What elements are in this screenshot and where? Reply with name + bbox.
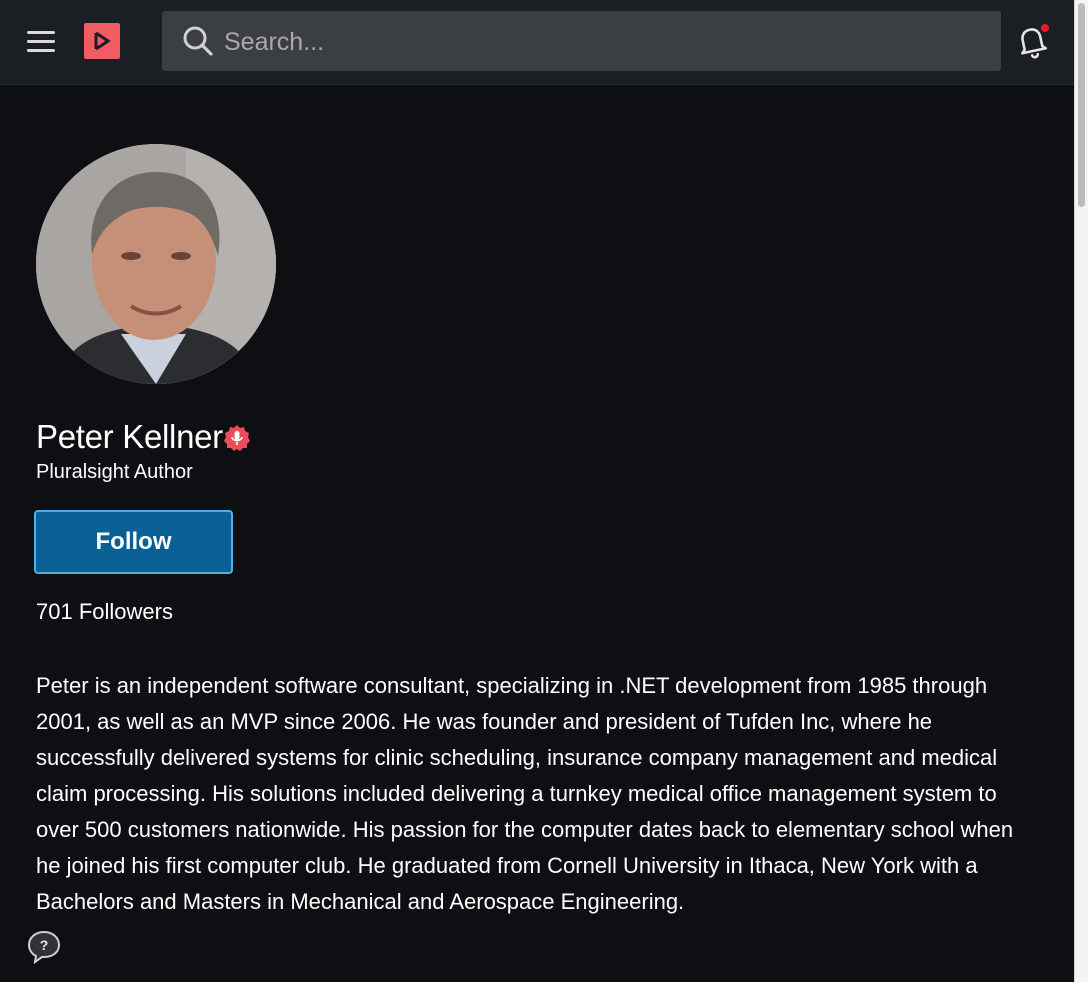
hamburger-menu-icon[interactable]	[24, 26, 58, 56]
author-badge-icon	[224, 425, 250, 451]
search-input[interactable]	[222, 11, 986, 73]
svg-text:?: ?	[40, 937, 49, 953]
search-bar[interactable]	[162, 11, 1001, 73]
scrollbar-thumb[interactable]	[1078, 3, 1085, 207]
author-bio: Peter is an independent software consult…	[36, 673, 1014, 914]
top-navigation-bar	[0, 0, 1074, 85]
help-chat-button[interactable]: ?	[26, 928, 62, 965]
author-role: Pluralsight Author	[36, 461, 193, 483]
notification-dot	[1041, 24, 1049, 32]
followers-count: 701 Followers	[36, 599, 173, 624]
scrollbar[interactable]	[1074, 0, 1088, 982]
follow-button[interactable]: Follow	[34, 510, 233, 574]
author-avatar	[36, 144, 276, 384]
search-icon	[183, 26, 213, 56]
pluralsight-logo[interactable]	[84, 23, 120, 59]
author-name: Peter Kellner	[36, 418, 223, 455]
notifications-button[interactable]	[1012, 20, 1052, 62]
help-chat-icon: ?	[27, 930, 61, 965]
